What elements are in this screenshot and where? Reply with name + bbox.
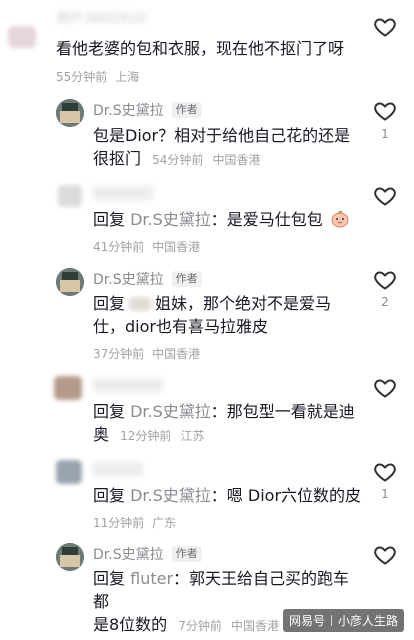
commenter-name[interactable]	[93, 462, 143, 476]
commenter-name[interactable]	[93, 186, 153, 200]
avatar[interactable]	[56, 460, 82, 484]
blurred-username	[129, 297, 152, 311]
comment-meta: 11分钟前 广东	[93, 516, 177, 530]
commenter-name[interactable]: Dr.S史黛拉	[93, 100, 164, 120]
heart-icon[interactable]	[373, 184, 397, 208]
comment-text: 回复 Dr.S史黛拉：是爱马仕包包	[93, 208, 350, 231]
heart-icon[interactable]	[373, 15, 397, 39]
commenter-name[interactable]: Dr.S史黛拉	[93, 269, 164, 289]
watermark-divider	[330, 615, 332, 626]
heart-icon[interactable]	[373, 376, 397, 400]
comment-text: 回复 Dr.S史黛拉：嗯 Dior六位数的皮	[93, 486, 362, 505]
commenter-name[interactable]: 用户3602910	[56, 8, 146, 28]
author-badge: 作者	[171, 102, 202, 118]
comment-text: 回复 姐妹，那个绝对不是爱马 仕，dior也有喜马拉雅皮	[93, 294, 332, 336]
avatar[interactable]	[8, 26, 36, 48]
heart-icon[interactable]	[373, 99, 397, 123]
author-badge: 作者	[171, 271, 202, 287]
reply-target[interactable]: Dr.S史黛拉	[130, 486, 211, 505]
comment-text: 看他老婆的包和衣服，现在他不抠门了呀	[56, 39, 345, 58]
heart-icon[interactable]	[373, 543, 397, 567]
peach-emoji-icon	[331, 210, 349, 228]
reply-target[interactable]: Dr.S史黛拉	[130, 210, 211, 229]
heart-icon[interactable]	[373, 268, 397, 292]
avatar[interactable]	[56, 543, 84, 571]
watermark-right: 小彦人生路	[337, 614, 398, 628]
avatar[interactable]	[56, 268, 84, 296]
heart-icon[interactable]	[373, 460, 397, 484]
avatar[interactable]	[56, 99, 84, 127]
comment-meta: 37分钟前 中国香港	[93, 347, 201, 361]
avatar[interactable]	[54, 376, 82, 400]
commenter-name[interactable]: Dr.S史黛拉	[93, 544, 164, 564]
comment-text: 回复 Dr.S史黛拉：那包型一看就是迪 奥 12分钟前 江苏	[93, 402, 355, 444]
comment-meta: 55分钟前 上海	[56, 70, 140, 84]
reply-target[interactable]: fluter	[130, 569, 173, 588]
commenter-name[interactable]	[93, 378, 163, 392]
watermark: 网易号 小彦人生路	[282, 609, 404, 632]
avatar[interactable]	[58, 185, 82, 207]
like-count: 1	[381, 487, 389, 501]
watermark-left: 网易号	[288, 614, 325, 628]
like-count: 2	[381, 295, 389, 309]
comment-meta: 41分钟前 中国香港	[93, 240, 201, 254]
reply-target[interactable]: Dr.S史黛拉	[130, 402, 211, 421]
comment-text: 包是Dior？相对于给他自己花的还是 很抠门 54分钟前 中国香港	[93, 126, 351, 168]
author-badge: 作者	[171, 546, 202, 562]
like-count: 1	[381, 127, 389, 141]
